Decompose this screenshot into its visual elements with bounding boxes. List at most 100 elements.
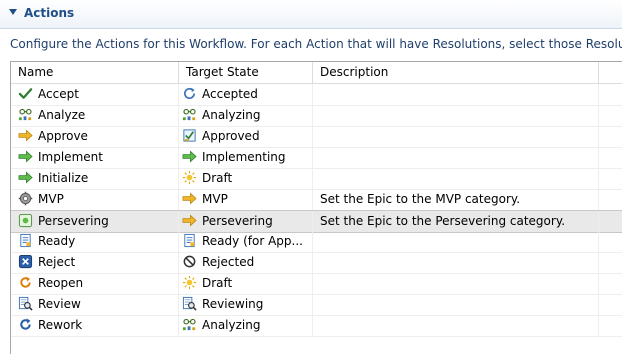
- reject-x-icon: [18, 254, 33, 269]
- table-row[interactable]: Initialize Draft: [11, 168, 622, 190]
- review-magnifier-icon: [18, 296, 33, 311]
- refresh-arrow-icon: [182, 86, 197, 101]
- ready-document-icon: [182, 233, 197, 248]
- cell-target-state[interactable]: Draft: [179, 273, 313, 294]
- table-row[interactable]: Reopen Draft: [11, 273, 622, 295]
- approved-icon: [182, 128, 197, 143]
- cell-target-state[interactable]: MVP: [179, 189, 313, 210]
- arrow-right-green-icon: [18, 149, 33, 164]
- cell-description[interactable]: [313, 294, 599, 315]
- target-state-label: Analyzing: [202, 108, 261, 122]
- analyze-icon: [182, 107, 197, 122]
- arrow-right-green-icon: [182, 149, 197, 164]
- cell-action-name[interactable]: Initialize: [11, 168, 179, 189]
- collapse-toggle-icon[interactable]: [9, 9, 17, 15]
- cell-description[interactable]: [313, 273, 599, 294]
- description-label: Set the Epic to the MVP category.: [320, 192, 521, 206]
- table-row[interactable]: Rework Analyzing: [11, 315, 622, 337]
- cell-description[interactable]: [313, 168, 599, 189]
- cell-description[interactable]: Set the Epic to the Persevering category…: [313, 211, 599, 232]
- cell-target-state[interactable]: Draft: [179, 168, 313, 189]
- cell-target-state[interactable]: Rejected: [179, 252, 313, 273]
- cell-filler: [599, 189, 622, 210]
- cell-target-state[interactable]: Accepted: [179, 84, 313, 105]
- cell-action-name[interactable]: Reject: [11, 252, 179, 273]
- target-state-label: Persevering: [202, 214, 273, 228]
- cell-description[interactable]: [313, 315, 599, 336]
- persevering-icon: [18, 213, 33, 228]
- actions-section-header[interactable]: Actions: [0, 0, 622, 29]
- table-row[interactable]: Approve Approved: [11, 126, 622, 148]
- cell-action-name[interactable]: Accept: [11, 84, 179, 105]
- section-title: Actions: [24, 6, 75, 20]
- action-name-label: Initialize: [38, 171, 89, 185]
- action-name-label: Reject: [38, 255, 76, 269]
- cell-target-state[interactable]: Approved: [179, 126, 313, 147]
- checkmark-icon: [18, 86, 33, 101]
- cell-action-name[interactable]: Review: [11, 294, 179, 315]
- cell-filler: [599, 147, 622, 168]
- cell-target-state[interactable]: Analyzing: [179, 315, 313, 336]
- column-header-description[interactable]: Description: [313, 62, 599, 83]
- cell-target-state[interactable]: Implementing: [179, 147, 313, 168]
- action-name-label: Persevering: [38, 214, 109, 228]
- analyze-icon: [18, 107, 33, 122]
- target-state-label: Draft: [202, 171, 233, 185]
- cell-filler: [599, 252, 622, 273]
- actions-table[interactable]: Name Target State Description Accept Acce…: [10, 61, 622, 354]
- analyze-icon: [182, 317, 197, 332]
- table-row[interactable]: Ready Ready (for App...: [11, 231, 622, 253]
- table-row[interactable]: Implement Implementing: [11, 147, 622, 169]
- cell-filler: [599, 105, 622, 126]
- table-row[interactable]: Review Reviewing: [11, 294, 622, 316]
- cell-action-name[interactable]: Persevering: [11, 211, 179, 232]
- target-state-label: Reviewing: [202, 297, 264, 311]
- cell-action-name[interactable]: Ready: [11, 231, 179, 252]
- arrow-right-yellow-icon: [182, 191, 197, 206]
- cell-description[interactable]: [313, 252, 599, 273]
- target-state-label: Accepted: [202, 87, 258, 101]
- column-header-name[interactable]: Name: [11, 62, 179, 83]
- arrow-right-yellow-icon: [182, 213, 197, 228]
- cell-filler: [599, 231, 622, 252]
- cell-action-name[interactable]: Approve: [11, 126, 179, 147]
- review-magnifier-icon: [182, 296, 197, 311]
- column-header-target-state[interactable]: Target State: [179, 62, 313, 83]
- cell-filler: [599, 211, 622, 232]
- cell-description[interactable]: [313, 147, 599, 168]
- table-row[interactable]: Analyze Analyzing: [11, 105, 622, 127]
- rework-icon: [18, 317, 33, 332]
- rejected-circle-icon: [182, 254, 197, 269]
- cell-description[interactable]: [313, 84, 599, 105]
- column-header-filler: [599, 62, 622, 83]
- cell-action-name[interactable]: Reopen: [11, 273, 179, 294]
- draft-sun-icon: [182, 170, 197, 185]
- arrow-right-green-icon: [18, 170, 33, 185]
- cell-action-name[interactable]: Analyze: [11, 105, 179, 126]
- table-header: Name Target State Description: [11, 62, 622, 84]
- action-name-label: Implement: [38, 150, 103, 164]
- ready-document-icon: [18, 233, 33, 248]
- cell-description[interactable]: [313, 231, 599, 252]
- table-row[interactable]: Accept Accepted: [11, 84, 622, 106]
- table-row[interactable]: MVP MVP Set the Epic to the MVP category.: [11, 189, 622, 211]
- action-name-label: Rework: [38, 318, 83, 332]
- cell-target-state[interactable]: Persevering: [179, 211, 313, 232]
- cell-description[interactable]: Set the Epic to the MVP category.: [313, 189, 599, 210]
- cell-target-state[interactable]: Ready (for App...: [179, 231, 313, 252]
- reopen-icon: [18, 275, 33, 290]
- cell-description[interactable]: [313, 105, 599, 126]
- cell-action-name[interactable]: MVP: [11, 189, 179, 210]
- cell-target-state[interactable]: Reviewing: [179, 294, 313, 315]
- action-name-label: Ready: [38, 234, 76, 248]
- cell-filler: [599, 168, 622, 189]
- cell-filler: [599, 315, 622, 336]
- cell-action-name[interactable]: Implement: [11, 147, 179, 168]
- cell-target-state[interactable]: Analyzing: [179, 105, 313, 126]
- table-row[interactable]: Persevering Persevering Set the Epic to th…: [11, 210, 622, 233]
- action-name-label: Reopen: [38, 276, 84, 290]
- table-row[interactable]: Reject Rejected: [11, 252, 622, 274]
- cell-action-name[interactable]: Rework: [11, 315, 179, 336]
- cell-description[interactable]: [313, 126, 599, 147]
- action-name-label: Review: [38, 297, 81, 311]
